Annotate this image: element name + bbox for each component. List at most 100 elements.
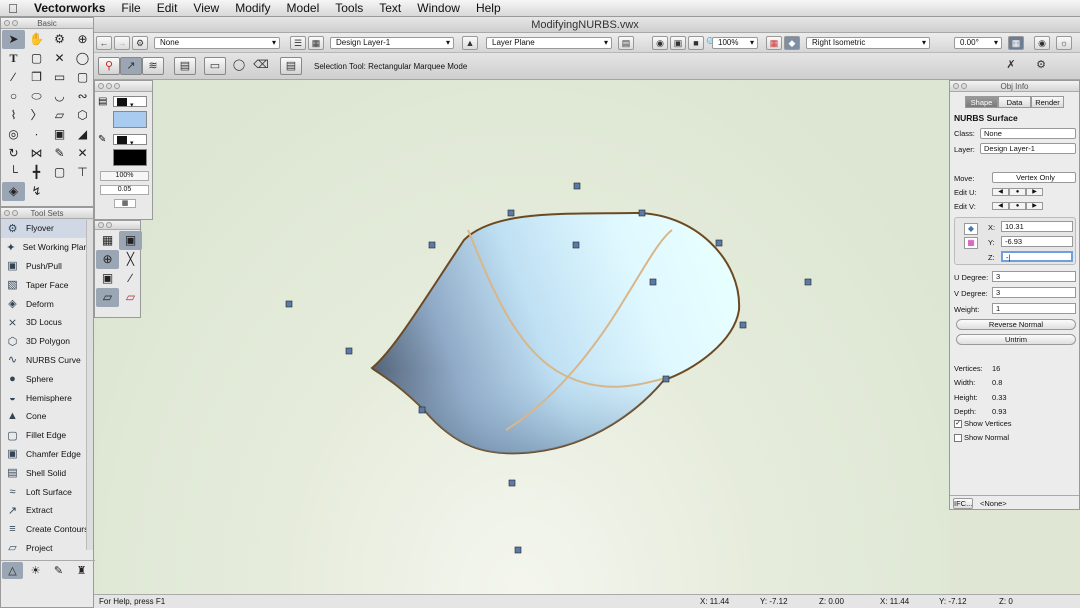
polygon-select-icon[interactable]: ≋ — [142, 57, 164, 75]
view-dropdown[interactable]: Right Isometric — [806, 37, 930, 49]
polygon-tool-icon[interactable]: ▱ — [48, 106, 71, 125]
tool-set-item[interactable]: ▣ Push/Pull — [1, 257, 93, 276]
attribute-tool-icon[interactable]: ◯ — [71, 49, 94, 68]
tool-set-item[interactable]: ✦ Set Working Plane — [1, 238, 93, 257]
plane-tool-icon[interactable]: ▱ — [96, 288, 119, 307]
settings-mode-icon[interactable]: ▤ — [174, 57, 196, 75]
callout-tool-icon[interactable]: ▢ — [25, 49, 48, 68]
gear-icon[interactable]: ⚙ — [1030, 57, 1052, 75]
tool-set-item[interactable]: ≡ Create Contours — [1, 520, 93, 539]
zoom-tool-icon[interactable]: ⊕ — [71, 30, 94, 49]
tool-set-item[interactable]: ▲ Cone — [1, 407, 93, 426]
opacity-field[interactable]: 100% — [100, 171, 149, 181]
layer-icon[interactable]: ☰ — [290, 36, 306, 50]
angle-field[interactable]: 0.00° — [954, 37, 1002, 49]
fillet-tool-icon[interactable]: ◢ — [71, 125, 94, 144]
split-tool-icon[interactable]: ✕ — [71, 144, 94, 163]
line-weight-dropdown[interactable]: 0.05 — [100, 185, 149, 195]
untrim-button[interactable]: Untrim — [956, 334, 1076, 345]
rotate-view-tool-icon[interactable]: ⊕ — [96, 250, 119, 269]
tool-set-item[interactable]: ⬡ 3D Polygon — [1, 332, 93, 351]
menu-text[interactable]: Text — [371, 1, 409, 15]
lighting-icon[interactable]: ☼ — [1056, 36, 1072, 50]
move-dropdown[interactable]: Vertex Only — [992, 172, 1076, 183]
menu-view[interactable]: View — [185, 1, 227, 15]
isometric-icon[interactable]: ◆ — [784, 36, 800, 50]
edit-u-dot[interactable]: ● — [1009, 188, 1026, 196]
flyover-3d-tool-icon[interactable]: ▣ — [119, 231, 142, 250]
rotate-tool-icon[interactable]: ↻ — [2, 144, 25, 163]
menu-file[interactable]: File — [113, 1, 148, 15]
plane-dropdown[interactable]: Layer Plane — [486, 37, 612, 49]
walkthrough-tool-icon[interactable]: ▣ — [96, 269, 119, 288]
cross-tool-icon[interactable]: ╳ — [119, 250, 142, 269]
pen-color-swatch[interactable] — [113, 149, 147, 166]
tool-set-item[interactable]: ● Sphere — [1, 369, 93, 388]
mirror-tool-icon[interactable]: ⋈ — [25, 144, 48, 163]
close-icon[interactable] — [953, 83, 959, 89]
edit-v-stepper[interactable]: ◀ ● ▶ — [992, 202, 1043, 210]
tool-set-item[interactable]: ⚙ Flyover — [1, 219, 93, 238]
view-layer-icon[interactable]: ▦ — [766, 36, 782, 50]
z-field[interactable]: -| — [1001, 251, 1073, 262]
pen-style-dropdown[interactable]: ▾ — [113, 134, 147, 147]
tool-set-item[interactable]: ∿ NURBS Curve — [1, 351, 93, 370]
marquee-mode-icon[interactable]: ↗ — [120, 57, 142, 75]
delete-tool-icon[interactable]: ✕ — [48, 49, 71, 68]
class-dropdown[interactable]: None — [154, 37, 280, 49]
close-icon[interactable] — [4, 210, 10, 216]
menu-tools[interactable]: Tools — [327, 1, 371, 15]
stamp-tool-icon[interactable]: ⊤ — [71, 163, 94, 182]
reverse-normal-button[interactable]: Reverse Normal — [956, 319, 1076, 330]
eyedropper-tool-icon[interactable]: ✎ — [48, 144, 71, 163]
mirror-3d-tool-icon[interactable]: ▱ — [119, 288, 142, 307]
plane-icon[interactable]: ▲ — [462, 36, 478, 50]
edit-u-next[interactable]: ▶ — [1026, 188, 1043, 196]
lasso-mode-icon[interactable]: ⚲ — [98, 57, 120, 75]
freehand-tool-icon[interactable]: ∾ — [71, 87, 94, 106]
snap-icon[interactable]: ✗ — [1000, 57, 1022, 75]
target-tool-icon[interactable]: ◎ — [2, 125, 25, 144]
edit-v-next[interactable]: ▶ — [1026, 202, 1043, 210]
offset-tool-icon[interactable]: ∙ — [25, 125, 48, 144]
minimize-icon[interactable] — [12, 20, 18, 26]
tool-set-item[interactable]: ▤ Shell Solid — [1, 463, 93, 482]
edit-u-stepper[interactable]: ◀ ● ▶ — [992, 188, 1043, 196]
drawing-canvas[interactable] — [94, 80, 949, 594]
rectangle-tool-icon[interactable]: ▭ — [48, 68, 71, 87]
tab-shape[interactable]: Shape — [965, 96, 998, 108]
edit-v-dot[interactable]: ● — [1009, 202, 1026, 210]
weight-field[interactable]: 1 — [992, 303, 1076, 314]
lock-icon[interactable]: ■ — [688, 36, 704, 50]
spiral-tool-icon[interactable]: 〉 — [25, 106, 48, 125]
tool-set-item[interactable]: ◒ Hemisphere — [1, 388, 93, 407]
layer-dropdown[interactable]: Design Layer-1 — [980, 143, 1076, 154]
menu-help[interactable]: Help — [468, 1, 509, 15]
fit-icon[interactable]: ▣ — [670, 36, 686, 50]
hexagon-tool-icon[interactable]: ⬡ — [71, 106, 94, 125]
menu-modify[interactable]: Modify — [227, 1, 278, 15]
class-icon[interactable]: ⚙ — [132, 36, 148, 50]
minimize-icon[interactable] — [106, 222, 112, 228]
visualization-set-icon[interactable]: ☀ — [25, 562, 46, 579]
dims-set-icon[interactable]: ✎ — [48, 562, 69, 579]
class-dropdown[interactable]: None — [980, 128, 1076, 139]
circle-tool-icon[interactable]: ○ — [2, 87, 25, 106]
x-field[interactable]: 10.31 — [1001, 221, 1073, 232]
y-field[interactable]: -6.93 — [1001, 236, 1073, 247]
close-icon[interactable] — [4, 20, 10, 26]
apple-icon[interactable]:  — [0, 1, 26, 16]
selection-tool-icon[interactable]: ➤ — [2, 30, 25, 49]
dimension-tool-icon[interactable]: ❐ — [25, 68, 48, 87]
tab-data[interactable]: Data — [998, 96, 1031, 108]
tool-set-item[interactable]: ◈ Deform — [1, 294, 93, 313]
tool-set-item[interactable]: ▱ Project — [1, 539, 93, 558]
edit-u-prev[interactable]: ◀ — [992, 188, 1009, 196]
tool-set-item[interactable]: ▧ Taper Face — [1, 275, 93, 294]
fill-style-dropdown[interactable]: ▾ — [113, 96, 147, 109]
menu-edit[interactable]: Edit — [149, 1, 186, 15]
render-mode-icon[interactable]: ▦ — [1008, 36, 1024, 50]
connect-tool-icon[interactable]: ╋ — [25, 163, 48, 182]
tool-set-item[interactable]: ⨯ 3D Locus — [1, 313, 93, 332]
trim-tool-icon[interactable]: └ — [2, 163, 25, 182]
